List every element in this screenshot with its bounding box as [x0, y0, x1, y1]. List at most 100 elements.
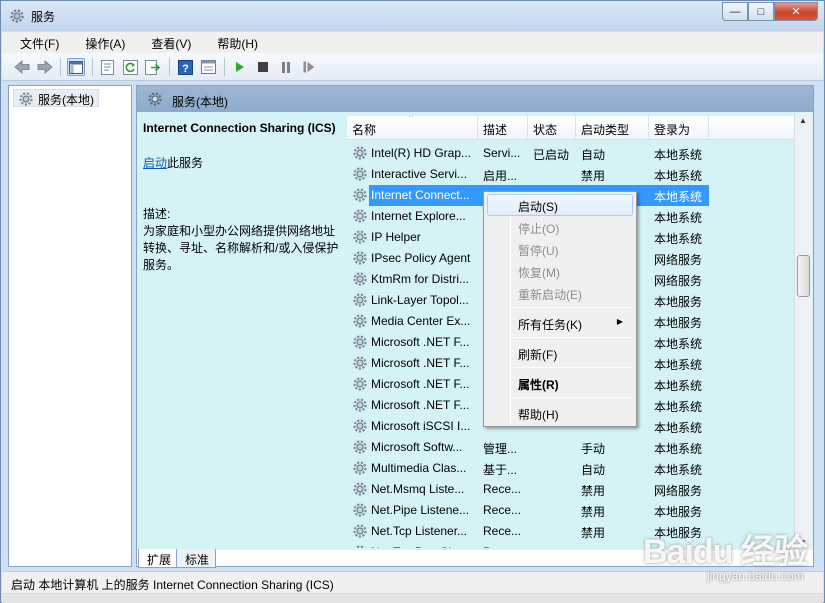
pause-service-icon[interactable]	[277, 58, 295, 76]
tree-item-services-local[interactable]: 服务(本地)	[13, 89, 99, 107]
tab-extended[interactable]: 扩展	[138, 549, 179, 568]
context-menu-resume[interactable]: 恢复(M)	[487, 260, 633, 282]
service-status-cell	[528, 164, 576, 185]
submenu-arrow-icon: ▶	[616, 317, 623, 326]
service-logon-cell: 本地系统	[654, 358, 703, 372]
vertical-scrollbar[interactable]: ▲ ▼	[794, 113, 812, 550]
export-list-icon[interactable]	[144, 58, 162, 76]
gear-icon	[352, 248, 370, 269]
service-logon-cell: 本地系统	[654, 337, 703, 351]
service-name-cell: Net.Msmq Liste...	[371, 482, 465, 496]
service-desc-cell: Rece...	[483, 524, 522, 538]
service-description-pane: Internet Connection Sharing (ICS) 启动此服务 …	[143, 120, 343, 274]
maximize-button[interactable]: □	[748, 2, 774, 21]
scroll-thumb[interactable]	[797, 255, 810, 297]
gear-icon	[352, 458, 370, 479]
resume-service-icon[interactable]	[300, 58, 318, 76]
watermark-url: jingyan.baidu.com	[707, 569, 804, 583]
gear-icon	[352, 395, 370, 416]
gear-icon	[352, 500, 370, 521]
service-name-cell: Microsoft .NET F...	[371, 356, 470, 370]
start-service-link[interactable]: 启动	[143, 156, 167, 170]
context-menu-help[interactable]: 帮助(H)	[487, 402, 633, 424]
column-desc[interactable]: 描述	[478, 116, 528, 140]
service-desc-cell: 管理...	[483, 442, 518, 456]
stop-service-icon[interactable]	[254, 58, 272, 76]
minimize-button[interactable]: —	[722, 2, 748, 21]
context-menu-pause[interactable]: 暂停(U)	[487, 238, 633, 260]
panel-title: 服务(本地)	[172, 95, 228, 109]
console-tree: 服务(本地)	[8, 85, 132, 567]
start-line: 启动此服务	[143, 155, 343, 172]
service-logon-cell: 网络服务	[654, 484, 703, 498]
context-menu-restart[interactable]: 重新启动(E)	[487, 282, 633, 304]
table-row[interactable]: Microsoft Softw... 管理... 手动 本地系统	[347, 437, 795, 458]
close-button[interactable]: ✕	[774, 2, 818, 21]
show-hide-tree-icon[interactable]	[67, 58, 85, 76]
menu-help[interactable]: 帮助(H)	[200, 32, 267, 53]
list-header: ^ 名称 描述 状态 启动类型 登录为	[347, 116, 795, 140]
table-row[interactable]: Interactive Servi... 启用... 禁用 本地系统	[347, 164, 795, 185]
toolbar-separator	[224, 58, 225, 76]
refresh-icon[interactable]	[121, 58, 139, 76]
service-logon-cell: 本地系统	[654, 232, 703, 246]
service-name-cell: Microsoft .NET F...	[371, 398, 470, 412]
menu-action[interactable]: 操作(A)	[68, 32, 134, 53]
gear-icon	[352, 416, 370, 437]
context-menu-refresh[interactable]: 刷新(F)	[487, 342, 633, 364]
table-row[interactable]: Intel(R) HD Grap... Servi... 已启动 自动 本地系统	[347, 143, 795, 164]
service-logon-cell: 本地系统	[654, 169, 703, 183]
service-startup-type-cell: 禁用	[581, 484, 606, 498]
table-row[interactable]: Multimedia Clas... 基于... 自动 本地系统	[347, 458, 795, 479]
tree-item-label: 服务(本地)	[38, 93, 94, 107]
menu-view[interactable]: 查看(V)	[134, 32, 200, 53]
gear-icon	[352, 542, 370, 548]
watermark-brand: Baidu 经验	[643, 533, 808, 571]
help-icon[interactable]: ?	[176, 58, 194, 76]
service-desc-cell: 启用...	[483, 169, 518, 183]
context-menu-stop[interactable]: 停止(O)	[487, 216, 633, 238]
gear-icon	[10, 9, 24, 23]
service-status-cell: 已启动	[533, 148, 570, 162]
panel-header: 服务(本地)	[137, 86, 813, 112]
service-logon-cell: 本地系统	[654, 463, 703, 477]
show-action-pane-icon[interactable]	[199, 58, 217, 76]
service-startup-type-cell: 自动	[581, 148, 606, 162]
column-startup-type[interactable]: 启动类型	[576, 116, 649, 140]
context-menu-all-tasks[interactable]: 所有任务(K) ▶	[487, 312, 633, 334]
service-logon-cell: 本地系统	[654, 148, 703, 162]
menu-file[interactable]: 文件(F)	[2, 32, 68, 53]
column-logon[interactable]: 登录为	[649, 116, 709, 140]
context-menu-separator	[514, 367, 632, 368]
properties-icon[interactable]	[98, 58, 116, 76]
context-menu-separator	[514, 337, 632, 338]
service-logon-cell: 本地系统	[649, 185, 709, 206]
column-status[interactable]: 状态	[528, 116, 576, 140]
title-bar[interactable]: 服务 — □ ✕	[1, 1, 824, 31]
service-name-cell: Net.Tcp Port Sh...	[369, 542, 478, 548]
gear-icon	[352, 269, 370, 290]
scroll-up-arrow-icon[interactable]: ▲	[799, 116, 807, 125]
service-name-cell: IP Helper	[371, 230, 421, 244]
context-menu-start[interactable]: 启动(S)	[487, 194, 633, 216]
start-service-icon[interactable]	[231, 58, 249, 76]
services-panel: 服务(本地) Internet Connection Sharing (ICS)…	[136, 85, 814, 567]
back-icon[interactable]	[13, 58, 31, 76]
gear-icon	[352, 479, 370, 500]
context-menu-properties[interactable]: 属性(R)	[487, 372, 633, 394]
service-logon-cell: 本地系统	[654, 442, 703, 456]
svg-text:?: ?	[182, 63, 189, 75]
column-name-label: 名称	[352, 123, 377, 137]
gear-icon	[352, 353, 370, 374]
sort-indicator: ^	[409, 116, 413, 122]
column-name[interactable]: ^ 名称	[347, 116, 478, 140]
gear-icon	[352, 227, 370, 248]
panel-body: Internet Connection Sharing (ICS) 启动此服务 …	[137, 112, 813, 550]
service-name-cell: Internet Explore...	[371, 209, 466, 223]
service-desc-cell: Servi...	[483, 146, 521, 160]
forward-icon[interactable]	[36, 58, 54, 76]
table-row[interactable]: Net.Msmq Liste... Rece... 禁用 网络服务	[347, 479, 795, 500]
service-name-cell: Link-Layer Topol...	[371, 293, 469, 307]
tab-standard[interactable]: 标准	[176, 549, 217, 568]
service-logon-cell: 本地服务	[654, 295, 703, 309]
